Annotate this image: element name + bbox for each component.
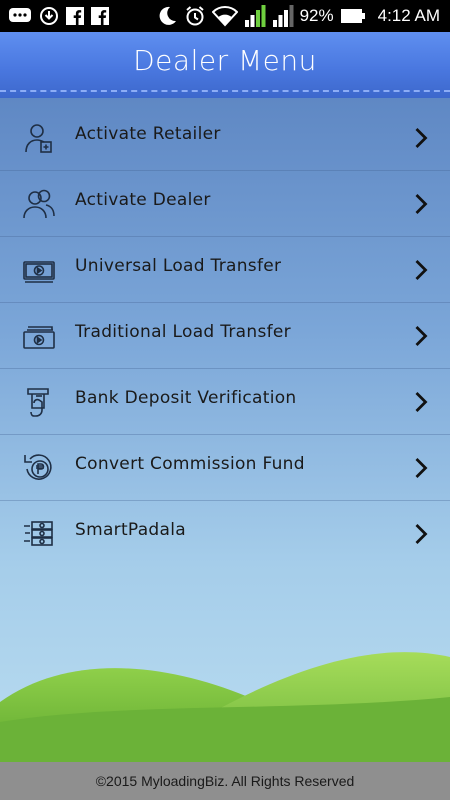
chevron-right-icon — [414, 391, 428, 413]
menu-item-label: Universal Load Transfer — [75, 256, 282, 276]
facebook-icon — [66, 7, 84, 25]
moon-icon — [156, 5, 178, 27]
chevron-right-icon — [414, 325, 428, 347]
money-stack-icon — [22, 319, 56, 353]
menu-item-label: SmartPadala — [75, 520, 186, 540]
chevron-right-icon — [414, 193, 428, 215]
atm-deposit-icon — [22, 385, 56, 419]
menu-item-universal-load-transfer[interactable]: Universal Load Transfer — [0, 237, 450, 303]
wifi-icon — [211, 5, 238, 27]
money-send-icon — [22, 517, 56, 551]
page-title: Dealer Menu — [133, 44, 317, 77]
menu-item-label: Traditional Load Transfer — [75, 322, 291, 342]
users-icon — [22, 187, 56, 221]
chat-bubble-icon — [8, 6, 32, 26]
chevron-right-icon — [414, 457, 428, 479]
chevron-right-icon — [414, 259, 428, 281]
status-bar: 92% 4:12 AM — [0, 0, 450, 32]
clock: 4:12 AM — [377, 6, 440, 25]
menu-item-traditional-load-transfer[interactable]: Traditional Load Transfer — [0, 303, 450, 369]
money-transfer-icon — [22, 253, 56, 287]
dealer-menu-list: Activate Retailer Activate Dealer Univer… — [0, 105, 450, 566]
peso-convert-icon — [22, 451, 56, 485]
menu-item-label: Bank Deposit Verification — [75, 388, 297, 408]
footer: ©2015 MyloadingBiz. All Rights Reserved — [0, 762, 450, 800]
menu-item-convert-commission-fund[interactable]: Convert Commission Fund — [0, 435, 450, 501]
battery-percent: 92% — [299, 6, 334, 25]
menu-item-activate-retailer[interactable]: Activate Retailer — [0, 105, 450, 171]
copyright-text: ©2015 MyloadingBiz. All Rights Reserved — [95, 773, 355, 789]
main-content: Activate Retailer Activate Dealer Univer… — [0, 98, 450, 762]
chevron-right-icon — [414, 127, 428, 149]
menu-item-smartpadala[interactable]: SmartPadala — [0, 501, 450, 566]
menu-item-label: Convert Commission Fund — [75, 454, 305, 474]
chevron-right-icon — [414, 523, 428, 545]
menu-item-bank-deposit-verification[interactable]: Bank Deposit Verification — [0, 369, 450, 435]
add-user-icon — [22, 121, 56, 155]
battery-icon — [340, 8, 366, 24]
alarm-icon — [184, 5, 206, 27]
signal-icon — [272, 4, 294, 28]
menu-item-activate-dealer[interactable]: Activate Dealer — [0, 171, 450, 237]
hills-background — [0, 652, 450, 762]
signal-icon — [244, 4, 266, 28]
facebook-icon — [91, 7, 109, 25]
app-header: Dealer Menu — [0, 32, 450, 98]
download-icon — [39, 6, 59, 26]
menu-item-label: Activate Retailer — [75, 124, 221, 144]
menu-item-label: Activate Dealer — [75, 190, 211, 210]
